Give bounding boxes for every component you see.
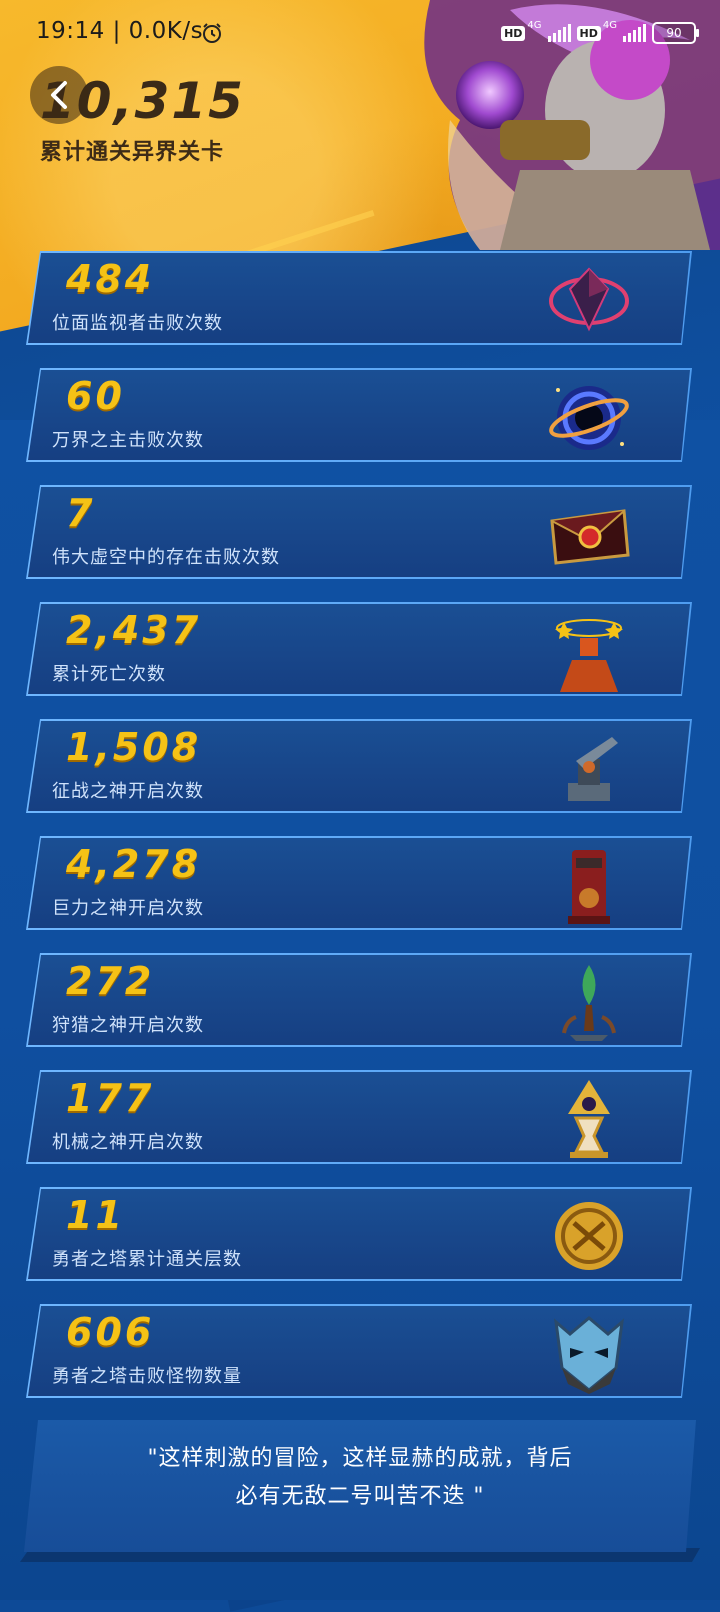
stat-card: 1,508 征战之神开启次数 [26,719,692,813]
stat-value: 7 [66,491,96,535]
stat-value: 11 [66,1193,125,1237]
hd-badge: HD [501,25,526,41]
stat-value: 606 [66,1310,155,1354]
stat-label: 巨力之神开启次数 [52,898,204,919]
stat-label: 伟大虚空中的存在击败次数 [52,547,280,568]
stat-card: 11 勇者之塔累计通关层数 [26,1187,692,1281]
stat-value: 177 [66,1076,155,1120]
hunting-plant-icon [546,961,632,1043]
network-type: 4G [527,20,542,31]
stat-value: 2,437 [66,608,202,652]
status-bar: 19:14 | 0.0K/s HD 4G HD 4G 90 [0,0,720,64]
signal-icon [623,24,646,42]
stat-label: 勇者之塔累计通关层数 [52,1249,242,1270]
war-turret-icon [546,727,632,809]
hd-badge: HD [576,25,601,41]
alarm-clock-icon [203,23,221,43]
signal-icon [547,24,571,42]
stat-card: 272 狩猎之神开启次数 [26,953,692,1047]
quote-line-1: "这样刺激的冒险，这样显赫的成就，背后 [147,1446,573,1471]
stat-label: 位面监视者击败次数 [52,313,223,334]
monster-mask-icon [546,1312,632,1394]
stat-value: 1,508 [66,725,202,769]
crystal-cube-icon [546,259,632,341]
stat-card: 60 万界之主击败次数 [26,368,692,462]
stat-card: 2,437 累计死亡次数 [26,602,692,696]
stat-label: 万界之主击败次数 [52,430,204,451]
quote-box: "这样刺激的冒险，这样显赫的成就，背后 必有无敌二号叫苦不迭 " [24,1420,696,1552]
battery-icon: 90 [652,22,699,44]
stat-card: 7 伟大虚空中的存在击败次数 [26,485,692,579]
black-hole-icon [546,376,632,458]
stat-card: 606 勇者之塔击败怪物数量 [26,1304,692,1398]
stat-label: 累计死亡次数 [52,664,166,685]
power-tower-icon [546,844,632,926]
stat-value: 60 [66,374,125,418]
stat-label: 狩猎之神开启次数 [52,1015,204,1036]
stat-value: 484 [66,257,155,301]
sealed-envelope-icon [546,493,632,575]
stat-value: 272 [66,959,155,1003]
gold-medal-icon [546,1195,632,1277]
status-indicators: HD 4G HD 4G 90 [501,20,699,46]
stat-label: 勇者之塔击败怪物数量 [52,1366,242,1387]
quote-line-2: 必有无敌二号叫苦不迭 " [235,1484,485,1509]
stat-card: 4,278 巨力之神开启次数 [26,836,692,930]
total-stages-label: 累计通关异界关卡 [40,140,225,165]
dizzy-dummy-icon [546,610,632,692]
stat-label: 机械之神开启次数 [52,1132,204,1153]
time-and-speed: 19:14 | 0.0K/s [36,18,204,44]
stat-value: 4,278 [66,842,202,886]
battery-level: 90 [666,26,682,40]
quote-text: "这样刺激的冒险，这样显赫的成就，背后 必有无敌二号叫苦不迭 " [24,1440,696,1516]
back-button[interactable] [30,66,88,124]
chevron-left-icon [51,81,67,109]
stat-label: 征战之神开启次数 [52,781,204,802]
network-type: 4G [602,20,617,31]
mechanical-hourglass-icon [546,1078,632,1160]
stat-card: 177 机械之神开启次数 [26,1070,692,1164]
stat-card: 484 位面监视者击败次数 [26,251,692,345]
